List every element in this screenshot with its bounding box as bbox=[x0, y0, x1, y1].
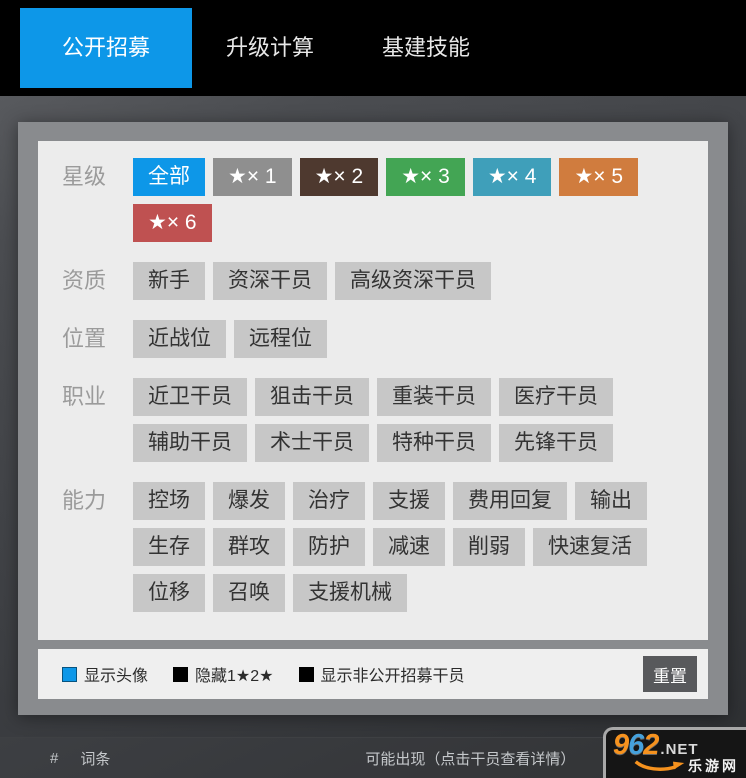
filter-button[interactable]: ★× 4 bbox=[473, 158, 552, 196]
filter-group-label: 职业 bbox=[62, 378, 133, 470]
filter-group-label: 位置 bbox=[62, 320, 133, 366]
filter-button[interactable]: 防护 bbox=[293, 528, 365, 566]
option-checkbox-2[interactable]: 显示非公开招募干员 bbox=[299, 662, 465, 686]
filter-button[interactable]: 输出 bbox=[575, 482, 647, 520]
watermark-digit: 9 bbox=[613, 731, 628, 760]
filter-button[interactable]: 召唤 bbox=[213, 574, 285, 612]
filter-card: 星级全部★× 1★× 2★× 3★× 4★× 5★× 6资质新手资深干员高级资深… bbox=[38, 141, 708, 640]
filter-button[interactable]: 生存 bbox=[133, 528, 205, 566]
filter-group-0: 星级全部★× 1★× 2★× 3★× 4★× 5 ★× 6 bbox=[62, 158, 694, 250]
filter-button[interactable]: 近卫干员 bbox=[133, 378, 247, 416]
filter-button[interactable]: 群攻 bbox=[213, 528, 285, 566]
filter-button[interactable]: 术士干员 bbox=[255, 424, 369, 462]
option-checkbox-1[interactable]: 隐藏1★2★ bbox=[173, 662, 274, 686]
filter-button[interactable]: 全部 bbox=[133, 158, 205, 196]
filter-button[interactable]: 特种干员 bbox=[377, 424, 491, 462]
filter-button[interactable]: 支援机械 bbox=[293, 574, 407, 612]
filter-button[interactable]: 治疗 bbox=[293, 482, 365, 520]
reset-button[interactable]: 重置 bbox=[643, 656, 697, 692]
site-watermark-logo: 9 6 2 .NET 乐游网 bbox=[603, 727, 746, 778]
watermark-suffix: .NET bbox=[660, 742, 698, 757]
nav-tab-0[interactable]: 公开招募 bbox=[20, 8, 192, 88]
filter-button[interactable]: ★× 5 bbox=[559, 158, 638, 196]
options-bar: 显示头像 隐藏1★2★ 显示非公开招募干员 重置 bbox=[38, 649, 708, 699]
filter-button[interactable]: ★× 1 bbox=[213, 158, 292, 196]
filter-button[interactable]: 费用回复 bbox=[453, 482, 567, 520]
recruitment-filter-panel: 星级全部★× 1★× 2★× 3★× 4★× 5★× 6资质新手资深干员高级资深… bbox=[18, 122, 728, 715]
filter-group-1: 资质新手资深干员高级资深干员 bbox=[62, 262, 694, 308]
filter-button[interactable]: 快速复活 bbox=[533, 528, 647, 566]
filter-buttons: 控场爆发治疗支援费用回复输出生存群攻防护减速削弱快速复活位移召唤支援机械 bbox=[133, 482, 694, 620]
filter-group-label: 星级 bbox=[62, 158, 133, 250]
filter-button[interactable]: 减速 bbox=[373, 528, 445, 566]
checkbox-checked-icon bbox=[62, 667, 77, 682]
filter-button[interactable]: 支援 bbox=[373, 482, 445, 520]
nav-tab-2[interactable]: 基建技能 bbox=[348, 8, 504, 88]
checkbox-unchecked-icon bbox=[173, 667, 188, 682]
filter-button[interactable]: 高级资深干员 bbox=[335, 262, 491, 300]
filter-group-3: 职业近卫干员狙击干员重装干员医疗干员辅助干员术士干员特种干员先锋干员 bbox=[62, 378, 694, 470]
filter-button[interactable]: 医疗干员 bbox=[499, 378, 613, 416]
results-col-index: # bbox=[50, 750, 58, 767]
filter-button[interactable]: 狙击干员 bbox=[255, 378, 369, 416]
filter-button[interactable]: 先锋干员 bbox=[499, 424, 613, 462]
watermark-digit: 2 bbox=[643, 731, 658, 760]
option-checkbox-0[interactable]: 显示头像 bbox=[62, 662, 148, 686]
filter-button[interactable]: 新手 bbox=[133, 262, 205, 300]
filter-button[interactable]: 控场 bbox=[133, 482, 205, 520]
filter-button[interactable]: ★× 6 bbox=[133, 204, 212, 242]
filter-button[interactable]: ★× 2 bbox=[300, 158, 379, 196]
filter-button[interactable]: 辅助干员 bbox=[133, 424, 247, 462]
filter-button[interactable]: 重装干员 bbox=[377, 378, 491, 416]
filter-button[interactable]: 削弱 bbox=[453, 528, 525, 566]
swoosh-arrow-icon bbox=[634, 759, 686, 773]
filter-button[interactable]: 位移 bbox=[133, 574, 205, 612]
filter-buttons: 全部★× 1★× 2★× 3★× 4★× 5 ★× 6 bbox=[133, 158, 694, 250]
watermark-site-name: 乐游网 bbox=[688, 756, 739, 776]
nav-tab-1[interactable]: 升级计算 bbox=[192, 8, 348, 88]
filter-button[interactable]: 远程位 bbox=[234, 320, 327, 358]
filter-group-2: 位置近战位远程位 bbox=[62, 320, 694, 366]
filter-button[interactable]: 资深干员 bbox=[213, 262, 327, 300]
filter-group-label: 资质 bbox=[62, 262, 133, 308]
checkbox-unchecked-icon bbox=[299, 667, 314, 682]
filter-buttons: 新手资深干员高级资深干员 bbox=[133, 262, 694, 308]
option-label: 显示头像 bbox=[84, 662, 148, 686]
filter-button[interactable]: 近战位 bbox=[133, 320, 226, 358]
top-nav: 公开招募升级计算基建技能 bbox=[0, 0, 746, 96]
filter-button[interactable]: 爆发 bbox=[213, 482, 285, 520]
option-label: 隐藏1★2★ bbox=[195, 662, 274, 686]
watermark-digit: 6 bbox=[628, 731, 643, 760]
filter-buttons: 近战位远程位 bbox=[133, 320, 694, 366]
filter-group-4: 能力控场爆发治疗支援费用回复输出生存群攻防护减速削弱快速复活位移召唤支援机械 bbox=[62, 482, 694, 620]
filter-button[interactable]: ★× 3 bbox=[386, 158, 465, 196]
filter-group-label: 能力 bbox=[62, 482, 133, 620]
filter-buttons: 近卫干员狙击干员重装干员医疗干员辅助干员术士干员特种干员先锋干员 bbox=[133, 378, 694, 470]
results-col-tags: 词条 bbox=[80, 748, 110, 769]
results-col-possible: 可能出现（点击干员查看详情） bbox=[365, 748, 575, 769]
option-label: 显示非公开招募干员 bbox=[321, 662, 465, 686]
